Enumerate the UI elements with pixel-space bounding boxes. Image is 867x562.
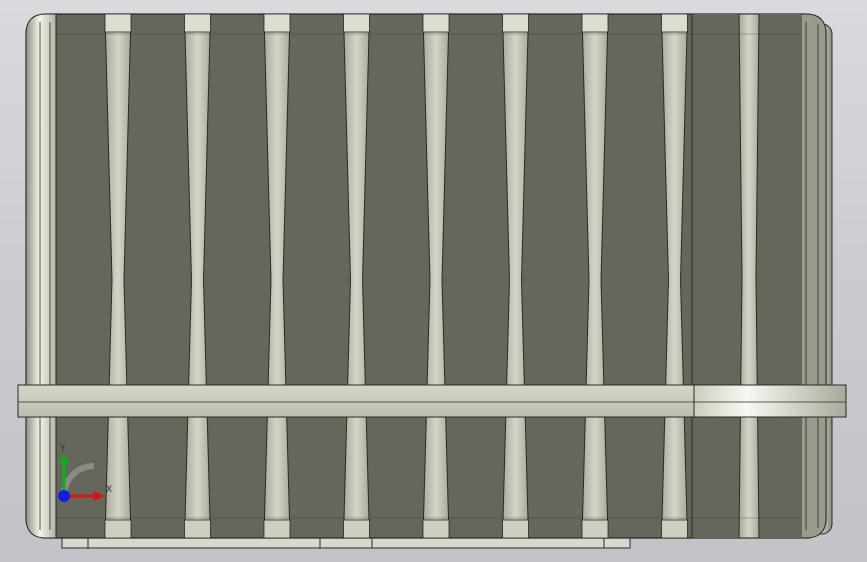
y-axis-label: Y	[59, 444, 66, 454]
rib-bottom-cap	[502, 519, 529, 539]
rib-bottom-cap	[581, 519, 609, 539]
rib-bottom-cap	[184, 519, 211, 539]
clamp-band	[17, 384, 847, 418]
rib-bottom-cap	[263, 519, 291, 539]
coordinate-triad: Y X	[58, 444, 112, 502]
z-axis-dot	[58, 490, 70, 502]
rib-bottom-cap	[661, 519, 688, 539]
rib-top-cap	[104, 13, 132, 33]
rib-top-cap	[263, 13, 291, 33]
rib-bottom-cap	[104, 519, 132, 539]
rib-top-cap	[343, 13, 370, 33]
graphics-viewport[interactable]: Y X	[0, 0, 867, 562]
right-end-cap	[799, 13, 827, 539]
rib-top-cap	[502, 13, 529, 33]
right-rib-section	[691, 13, 802, 539]
rib-bottom-cap	[343, 519, 370, 539]
base-plate	[61, 537, 631, 549]
rib-top-cap	[581, 13, 609, 33]
rib-top-cap	[422, 13, 450, 33]
model-view[interactable]	[0, 0, 867, 562]
rib-top-cap	[184, 13, 211, 33]
x-axis-label: X	[106, 485, 112, 495]
rib-top-cap	[661, 13, 688, 33]
rib-bottom-cap	[422, 519, 450, 539]
